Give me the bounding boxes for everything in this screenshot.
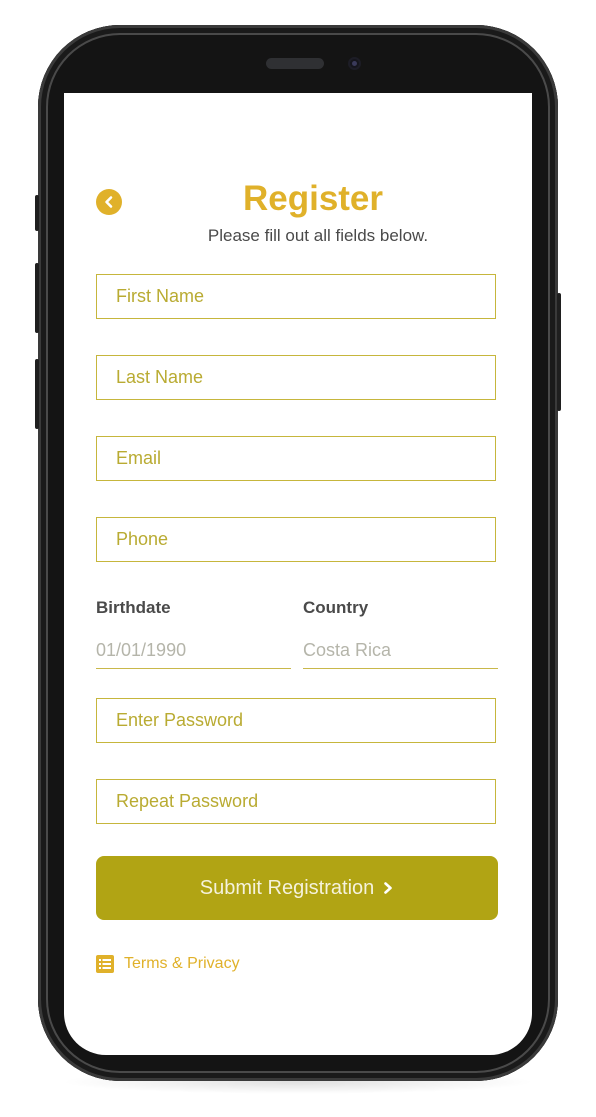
submit-registration-button[interactable]: Submit Registration [96,856,498,920]
list-icon [96,955,114,973]
screen: Register Please fill out all fields belo… [64,93,532,1055]
page-title: Register [242,179,384,218]
power-button [557,293,561,411]
page-subtitle: Please fill out all fields below. [207,226,429,245]
first-name-input[interactable] [97,275,495,318]
volume-up-button [35,263,39,333]
speaker-grille [266,58,324,69]
password-field[interactable] [96,698,496,743]
front-camera [348,57,361,70]
terms-label: Terms & Privacy [124,955,240,972]
password-input[interactable] [97,699,495,742]
country-field[interactable] [303,632,498,669]
email-field[interactable] [96,436,496,481]
last-name-input[interactable] [97,356,495,399]
last-name-field[interactable] [96,355,496,400]
country-input[interactable] [303,632,498,668]
birthdate-label: Birthdate [96,598,171,617]
submit-label: Submit Registration [199,876,375,899]
phone-field[interactable] [96,517,496,562]
volume-down-button [35,359,39,429]
phone-input[interactable] [97,518,495,561]
register-page: Register Please fill out all fields belo… [64,93,532,1055]
repeat-password-field[interactable] [96,779,496,824]
country-label: Country [303,598,369,617]
repeat-password-input[interactable] [97,780,495,823]
mute-switch [35,195,39,231]
birthdate-field[interactable] [96,632,291,669]
birthdate-input[interactable] [96,632,291,668]
email-input[interactable] [97,437,495,480]
chevron-right-icon [384,882,393,894]
terms-privacy-link[interactable]: Terms & Privacy [96,955,240,973]
first-name-field[interactable] [96,274,496,319]
